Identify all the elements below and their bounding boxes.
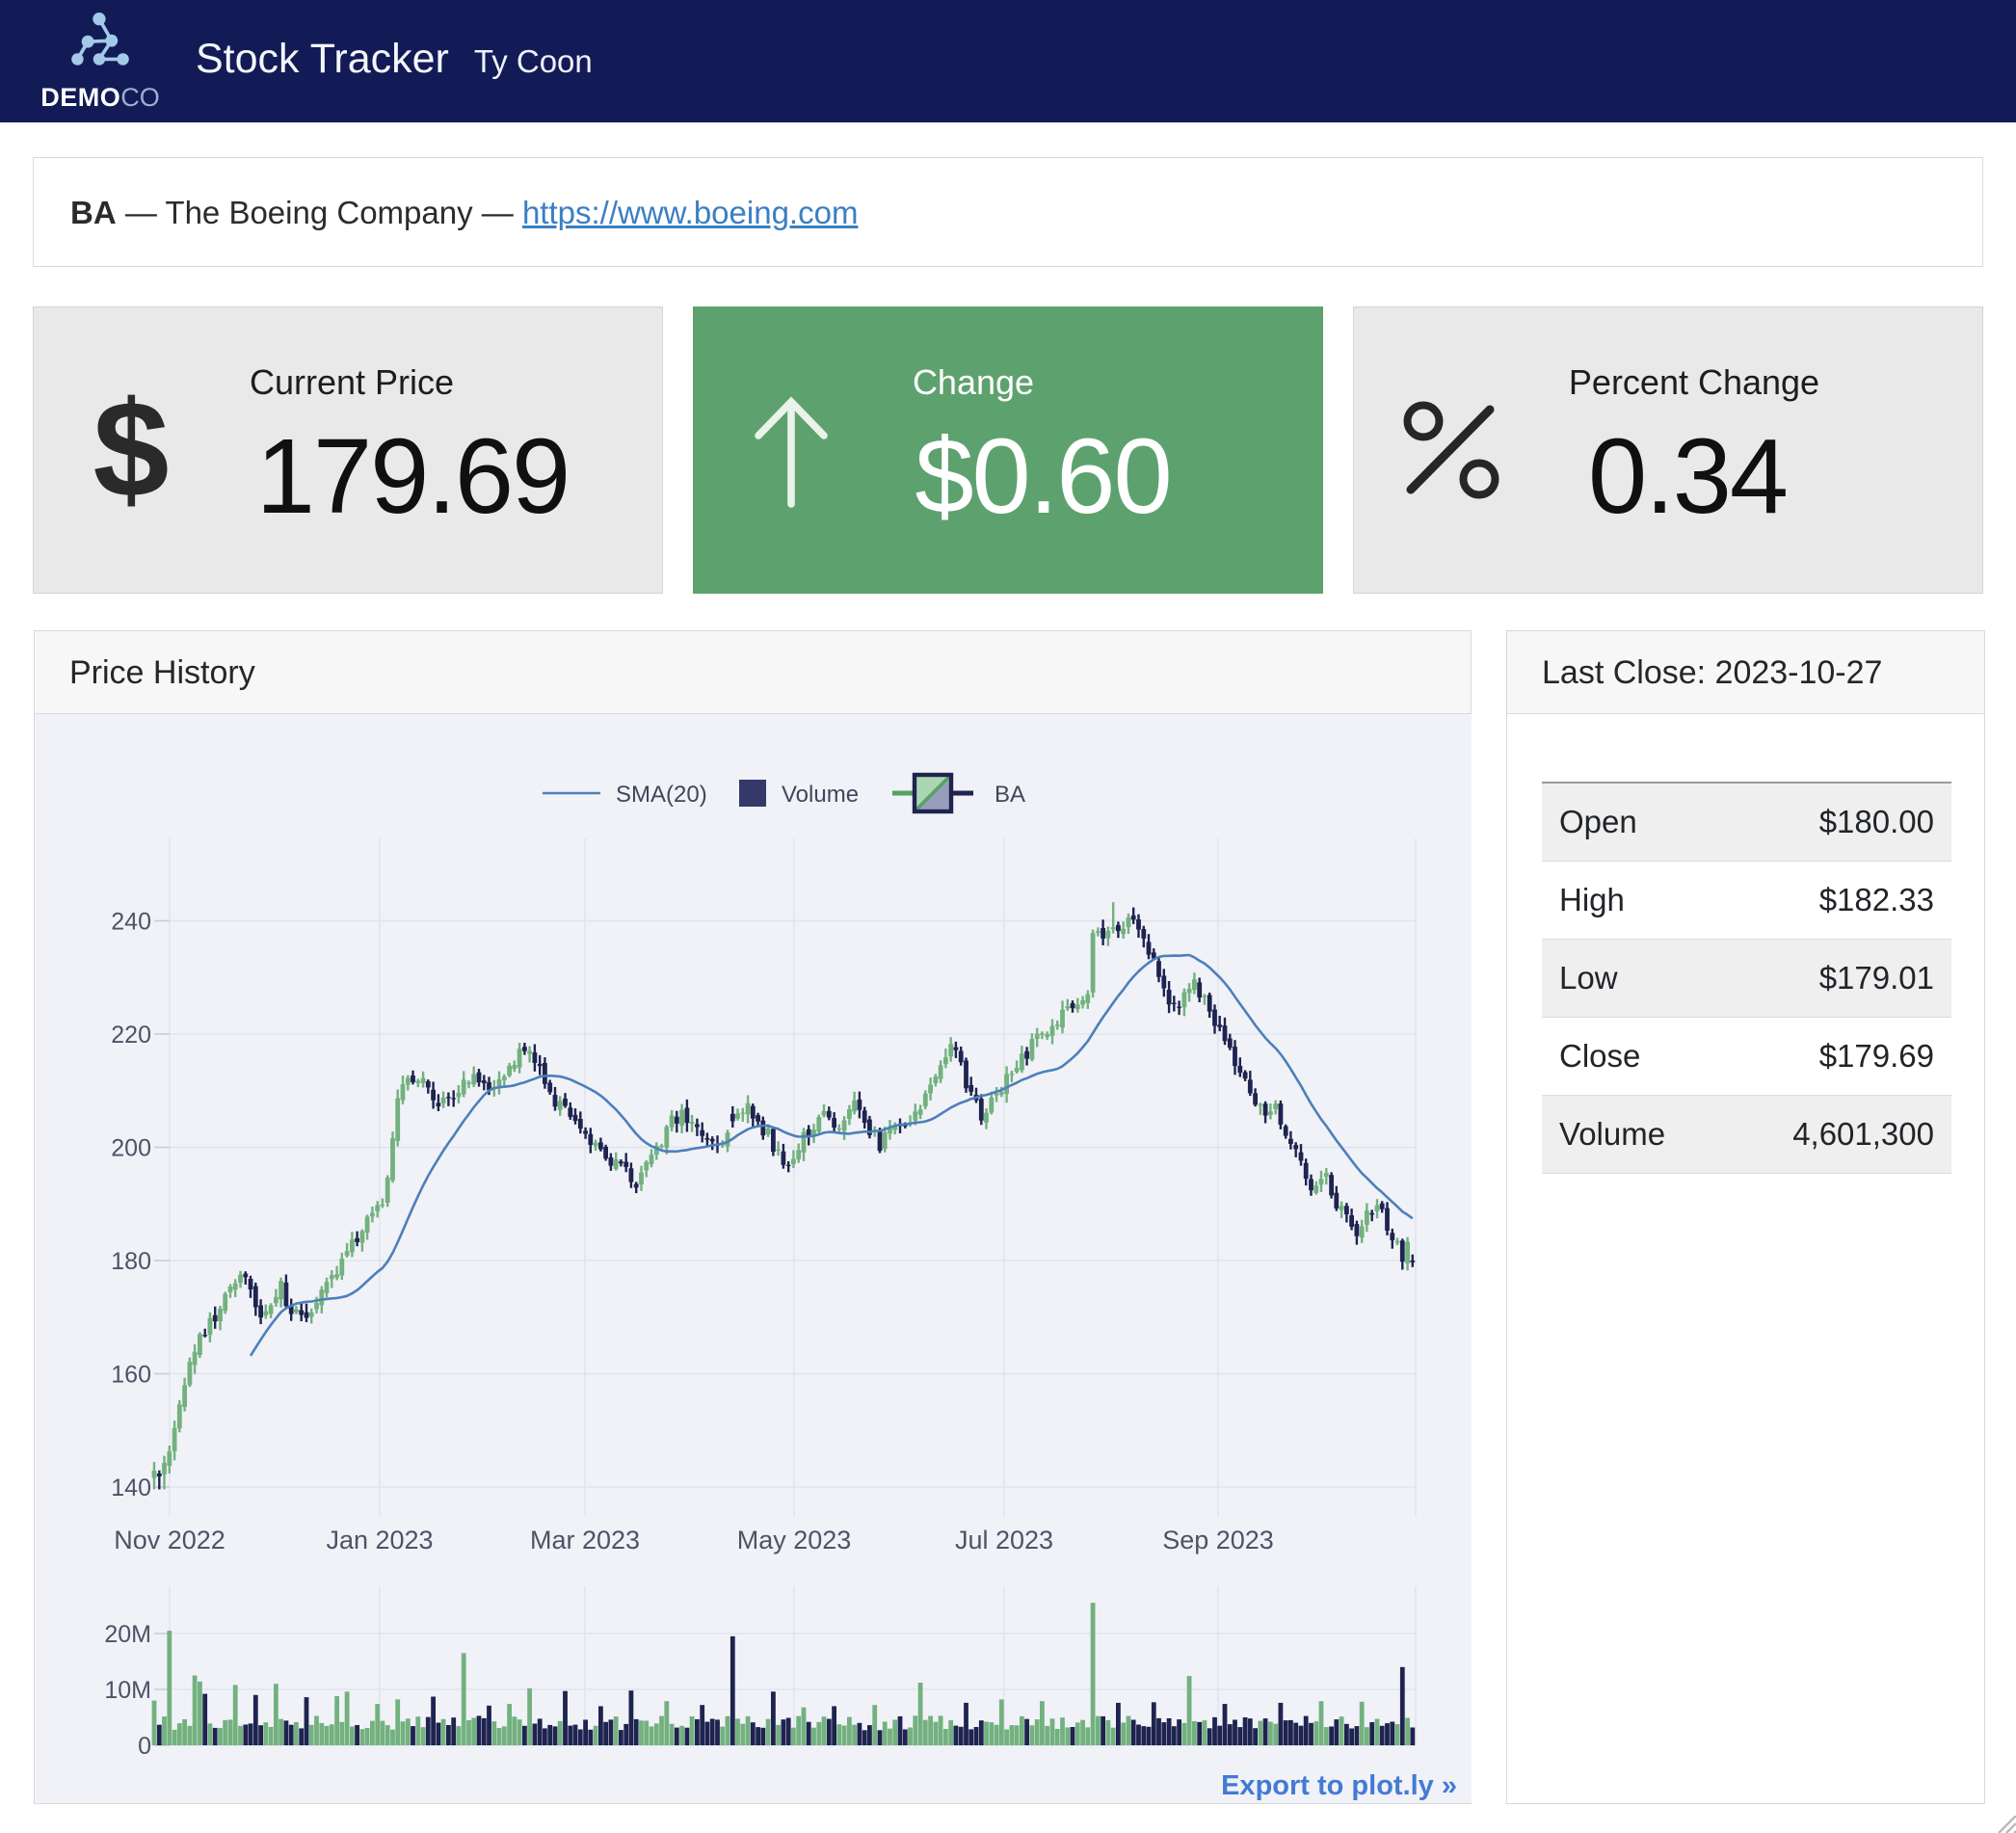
- svg-text:240: 240: [111, 909, 151, 936]
- svg-text:200: 200: [111, 1135, 151, 1162]
- svg-text:SMA(20): SMA(20): [616, 782, 707, 808]
- svg-text:Mar 2023: Mar 2023: [530, 1526, 640, 1554]
- svg-text:May 2023: May 2023: [737, 1526, 852, 1554]
- svg-text:Export to plot.ly »: Export to plot.ly »: [1221, 1770, 1457, 1801]
- svg-text:140: 140: [111, 1474, 151, 1501]
- svg-text:Jul 2023: Jul 2023: [955, 1526, 1053, 1554]
- svg-text:Jan 2023: Jan 2023: [326, 1526, 433, 1554]
- svg-text:Volume: Volume: [782, 782, 859, 808]
- svg-text:20M: 20M: [104, 1621, 151, 1648]
- svg-text:Nov 2022: Nov 2022: [114, 1526, 225, 1554]
- svg-text:0: 0: [138, 1733, 151, 1760]
- svg-text:180: 180: [111, 1248, 151, 1275]
- svg-text:BA: BA: [995, 782, 1025, 808]
- svg-text:220: 220: [111, 1022, 151, 1049]
- svg-text:160: 160: [111, 1362, 151, 1389]
- svg-text:10M: 10M: [104, 1677, 151, 1704]
- svg-text:Sep 2023: Sep 2023: [1162, 1526, 1274, 1554]
